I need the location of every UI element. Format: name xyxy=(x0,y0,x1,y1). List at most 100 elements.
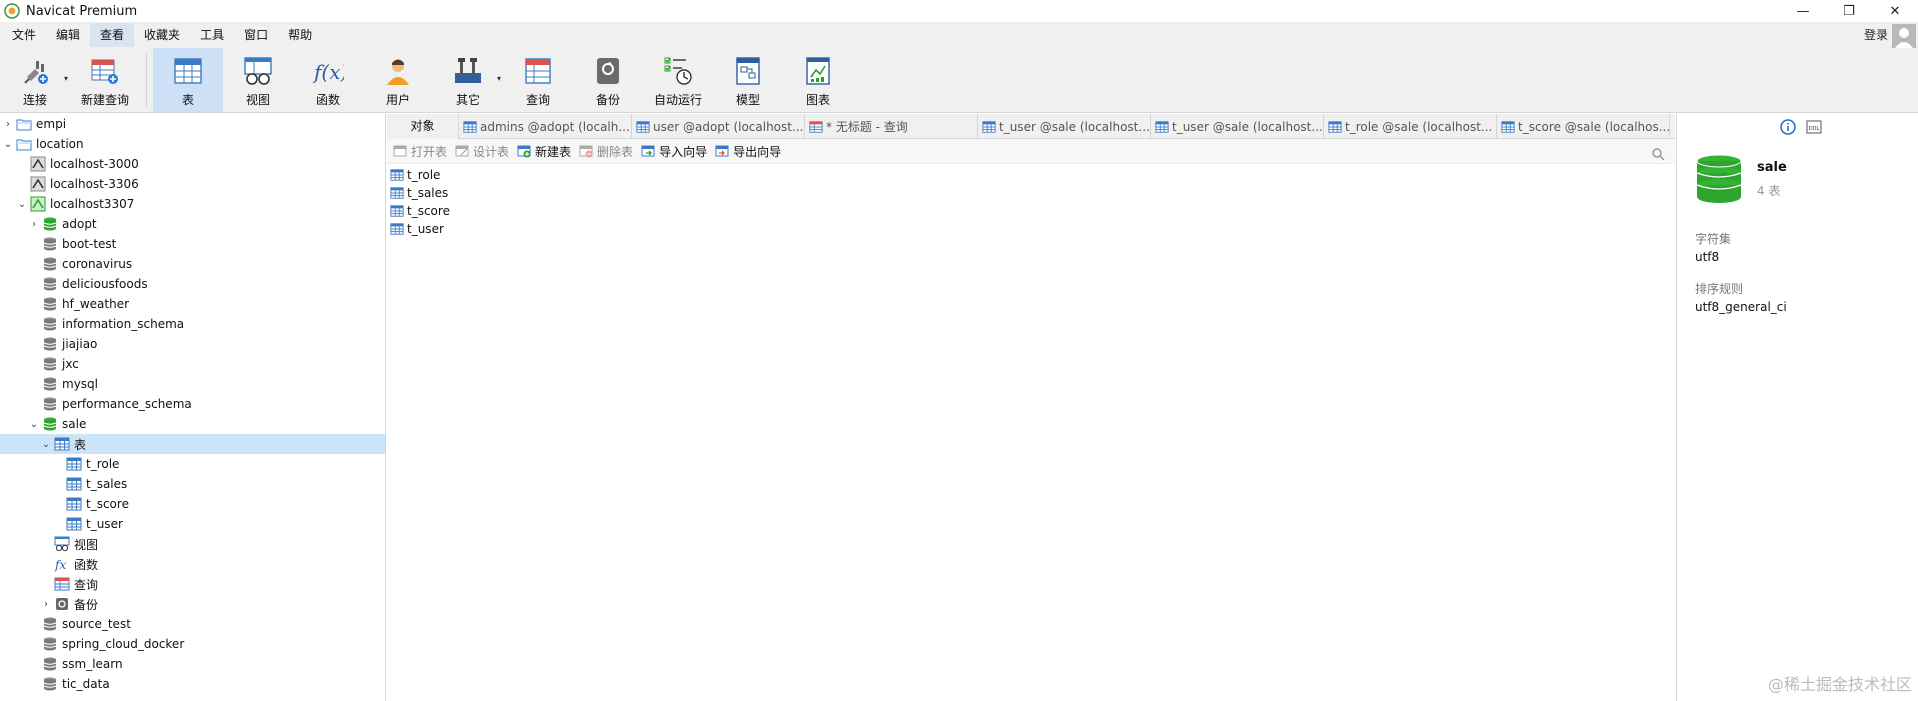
tree-node[interactable]: ⌄ 表 xyxy=(0,434,385,454)
database-large-icon xyxy=(1696,154,1742,203)
login-link[interactable]: 登录 xyxy=(1864,22,1888,48)
object-toolbar-button[interactable]: 打开表 xyxy=(393,143,447,160)
editor-tab[interactable]: t_user @sale (localhost... xyxy=(978,114,1151,139)
tree-node[interactable]: information_schema xyxy=(0,314,385,334)
connection-tree: › empi ⌄ location localhost-3000 localhost-33… xyxy=(0,114,386,701)
minimize-button[interactable]: — xyxy=(1780,0,1826,22)
tree-node-label: source_test xyxy=(62,617,131,631)
object-toolbar-button[interactable]: 新建表 xyxy=(517,143,571,160)
editor-tab[interactable]: t_score @sale (localhos... xyxy=(1497,114,1670,139)
svg-text:fx: fx xyxy=(54,558,66,572)
menu-item[interactable]: 查看 xyxy=(90,23,135,47)
editor-tab[interactable]: * 无标题 - 查询 xyxy=(805,114,978,139)
tree-node[interactable]: ⌄ sale xyxy=(0,414,385,434)
ddl-icon[interactable]: DDL xyxy=(1806,119,1822,135)
tree-node[interactable]: jiajiao xyxy=(0,334,385,354)
expand-toggle-icon[interactable]: ⌄ xyxy=(16,199,28,210)
toolbar-button[interactable]: 备份 xyxy=(573,48,643,112)
menu-item[interactable]: 文件 xyxy=(2,23,46,47)
toolbar-button-label: 函数 xyxy=(315,93,340,107)
toolbar-button[interactable]: 连接 ▾ xyxy=(0,48,70,112)
tree-node[interactable]: fx 函数 xyxy=(0,554,385,574)
tree-node[interactable]: hf_weather xyxy=(0,294,385,314)
editor-tab[interactable]: t_user @sale (localhost... xyxy=(1151,114,1324,139)
object-toolbar-button[interactable]: 导出向导 xyxy=(715,143,781,160)
object-toolbar-label: 导出向导 xyxy=(733,144,782,159)
editor-tab[interactable]: t_role @sale (localhost... xyxy=(1324,114,1497,139)
tree-node[interactable]: spring_cloud_docker xyxy=(0,634,385,654)
tree-node[interactable]: deliciousfoods xyxy=(0,274,385,294)
toolbar-button[interactable]: 自动运行 xyxy=(643,48,713,112)
toolbar-button[interactable]: 其它 ▾ xyxy=(433,48,503,112)
database-icon xyxy=(42,236,58,252)
tree-node[interactable]: t_role xyxy=(0,454,385,474)
restore-button[interactable]: ❐ xyxy=(1826,0,1872,22)
tab-objects[interactable]: 对象 xyxy=(387,114,459,139)
toolbar-button[interactable]: 模型 xyxy=(713,48,783,112)
tree-node[interactable]: › 备份 xyxy=(0,594,385,614)
table-large-icon xyxy=(172,55,204,87)
toolbar-button[interactable]: 用户 xyxy=(363,48,433,112)
tree-node[interactable]: t_sales xyxy=(0,474,385,494)
database-icon xyxy=(42,656,58,672)
new-table-icon xyxy=(517,144,531,158)
tree-node[interactable]: performance_schema xyxy=(0,394,385,414)
object-toolbar-button[interactable]: 删除表 xyxy=(579,143,633,160)
tree-node[interactable]: › empi xyxy=(0,114,385,134)
tree-node-label: t_sales xyxy=(86,477,128,491)
expand-toggle-icon[interactable]: › xyxy=(40,599,52,610)
expand-toggle-icon[interactable]: › xyxy=(2,119,14,130)
toolbar-button[interactable]: 查询 xyxy=(503,48,573,112)
tree-node[interactable]: localhost-3000 xyxy=(0,154,385,174)
avatar[interactable] xyxy=(1892,24,1916,48)
object-toolbar-button[interactable]: 设计表 xyxy=(455,143,509,160)
tree-node[interactable]: t_user xyxy=(0,514,385,534)
object-row[interactable]: t_sales xyxy=(387,184,1675,202)
tree-node[interactable]: ⌄ location xyxy=(0,134,385,154)
database-icon xyxy=(42,336,58,352)
editor-tab[interactable]: user @adopt (localhost... xyxy=(632,114,805,139)
tree-node[interactable]: › adopt xyxy=(0,214,385,234)
object-row[interactable]: t_user xyxy=(387,220,1675,238)
expand-toggle-icon[interactable]: › xyxy=(28,219,40,230)
editor-tab[interactable]: admins @adopt (localh... xyxy=(459,114,632,139)
table-icon xyxy=(66,516,82,532)
tree-node[interactable]: jxc xyxy=(0,354,385,374)
tree-node[interactable]: t_score xyxy=(0,494,385,514)
dropdown-arrow-icon[interactable]: ▾ xyxy=(64,74,68,83)
toolbar-button[interactable]: f(x) 函数 xyxy=(293,48,363,112)
object-row[interactable]: t_score xyxy=(387,202,1675,220)
menu-item[interactable]: 工具 xyxy=(190,23,234,47)
tree-node[interactable]: ssm_learn xyxy=(0,654,385,674)
menu-item[interactable]: 窗口 xyxy=(234,23,278,47)
object-row[interactable]: t_role xyxy=(387,166,1675,184)
tree-node[interactable]: ⌄ localhost3307 xyxy=(0,194,385,214)
close-button[interactable]: ✕ xyxy=(1872,0,1918,22)
toolbar-button[interactable]: 图表 xyxy=(783,48,853,112)
toolbar-button[interactable]: 表 xyxy=(153,48,223,112)
tree-node-label: localhost-3000 xyxy=(50,157,139,171)
mysql-conn-active-icon xyxy=(30,196,46,212)
tree-node[interactable]: localhost-3306 xyxy=(0,174,385,194)
expand-toggle-icon[interactable]: ⌄ xyxy=(40,439,52,450)
menu-item[interactable]: 收藏夹 xyxy=(134,23,190,47)
tree-node[interactable]: 视图 xyxy=(0,534,385,554)
tree-node[interactable]: tic_data xyxy=(0,674,385,694)
toolbar-button[interactable]: 新建查询 xyxy=(70,48,140,112)
tree-node[interactable]: 查询 xyxy=(0,574,385,594)
tree-node[interactable]: source_test xyxy=(0,614,385,634)
search-icon[interactable] xyxy=(1651,147,1665,161)
view-icon xyxy=(54,536,70,552)
tree-node[interactable]: mysql xyxy=(0,374,385,394)
tree-node[interactable]: coronavirus xyxy=(0,254,385,274)
expand-toggle-icon[interactable]: ⌄ xyxy=(2,139,14,150)
table-icon xyxy=(389,222,405,236)
expand-toggle-icon[interactable]: ⌄ xyxy=(28,419,40,430)
dropdown-arrow-icon[interactable]: ▾ xyxy=(497,74,501,83)
info-icon[interactable] xyxy=(1780,118,1796,135)
menu-item[interactable]: 帮助 xyxy=(278,23,322,47)
toolbar-button[interactable]: 视图 xyxy=(223,48,293,112)
tree-node[interactable]: boot-test xyxy=(0,234,385,254)
object-toolbar-button[interactable]: 导入向导 xyxy=(641,143,707,160)
menu-item[interactable]: 编辑 xyxy=(46,23,90,47)
